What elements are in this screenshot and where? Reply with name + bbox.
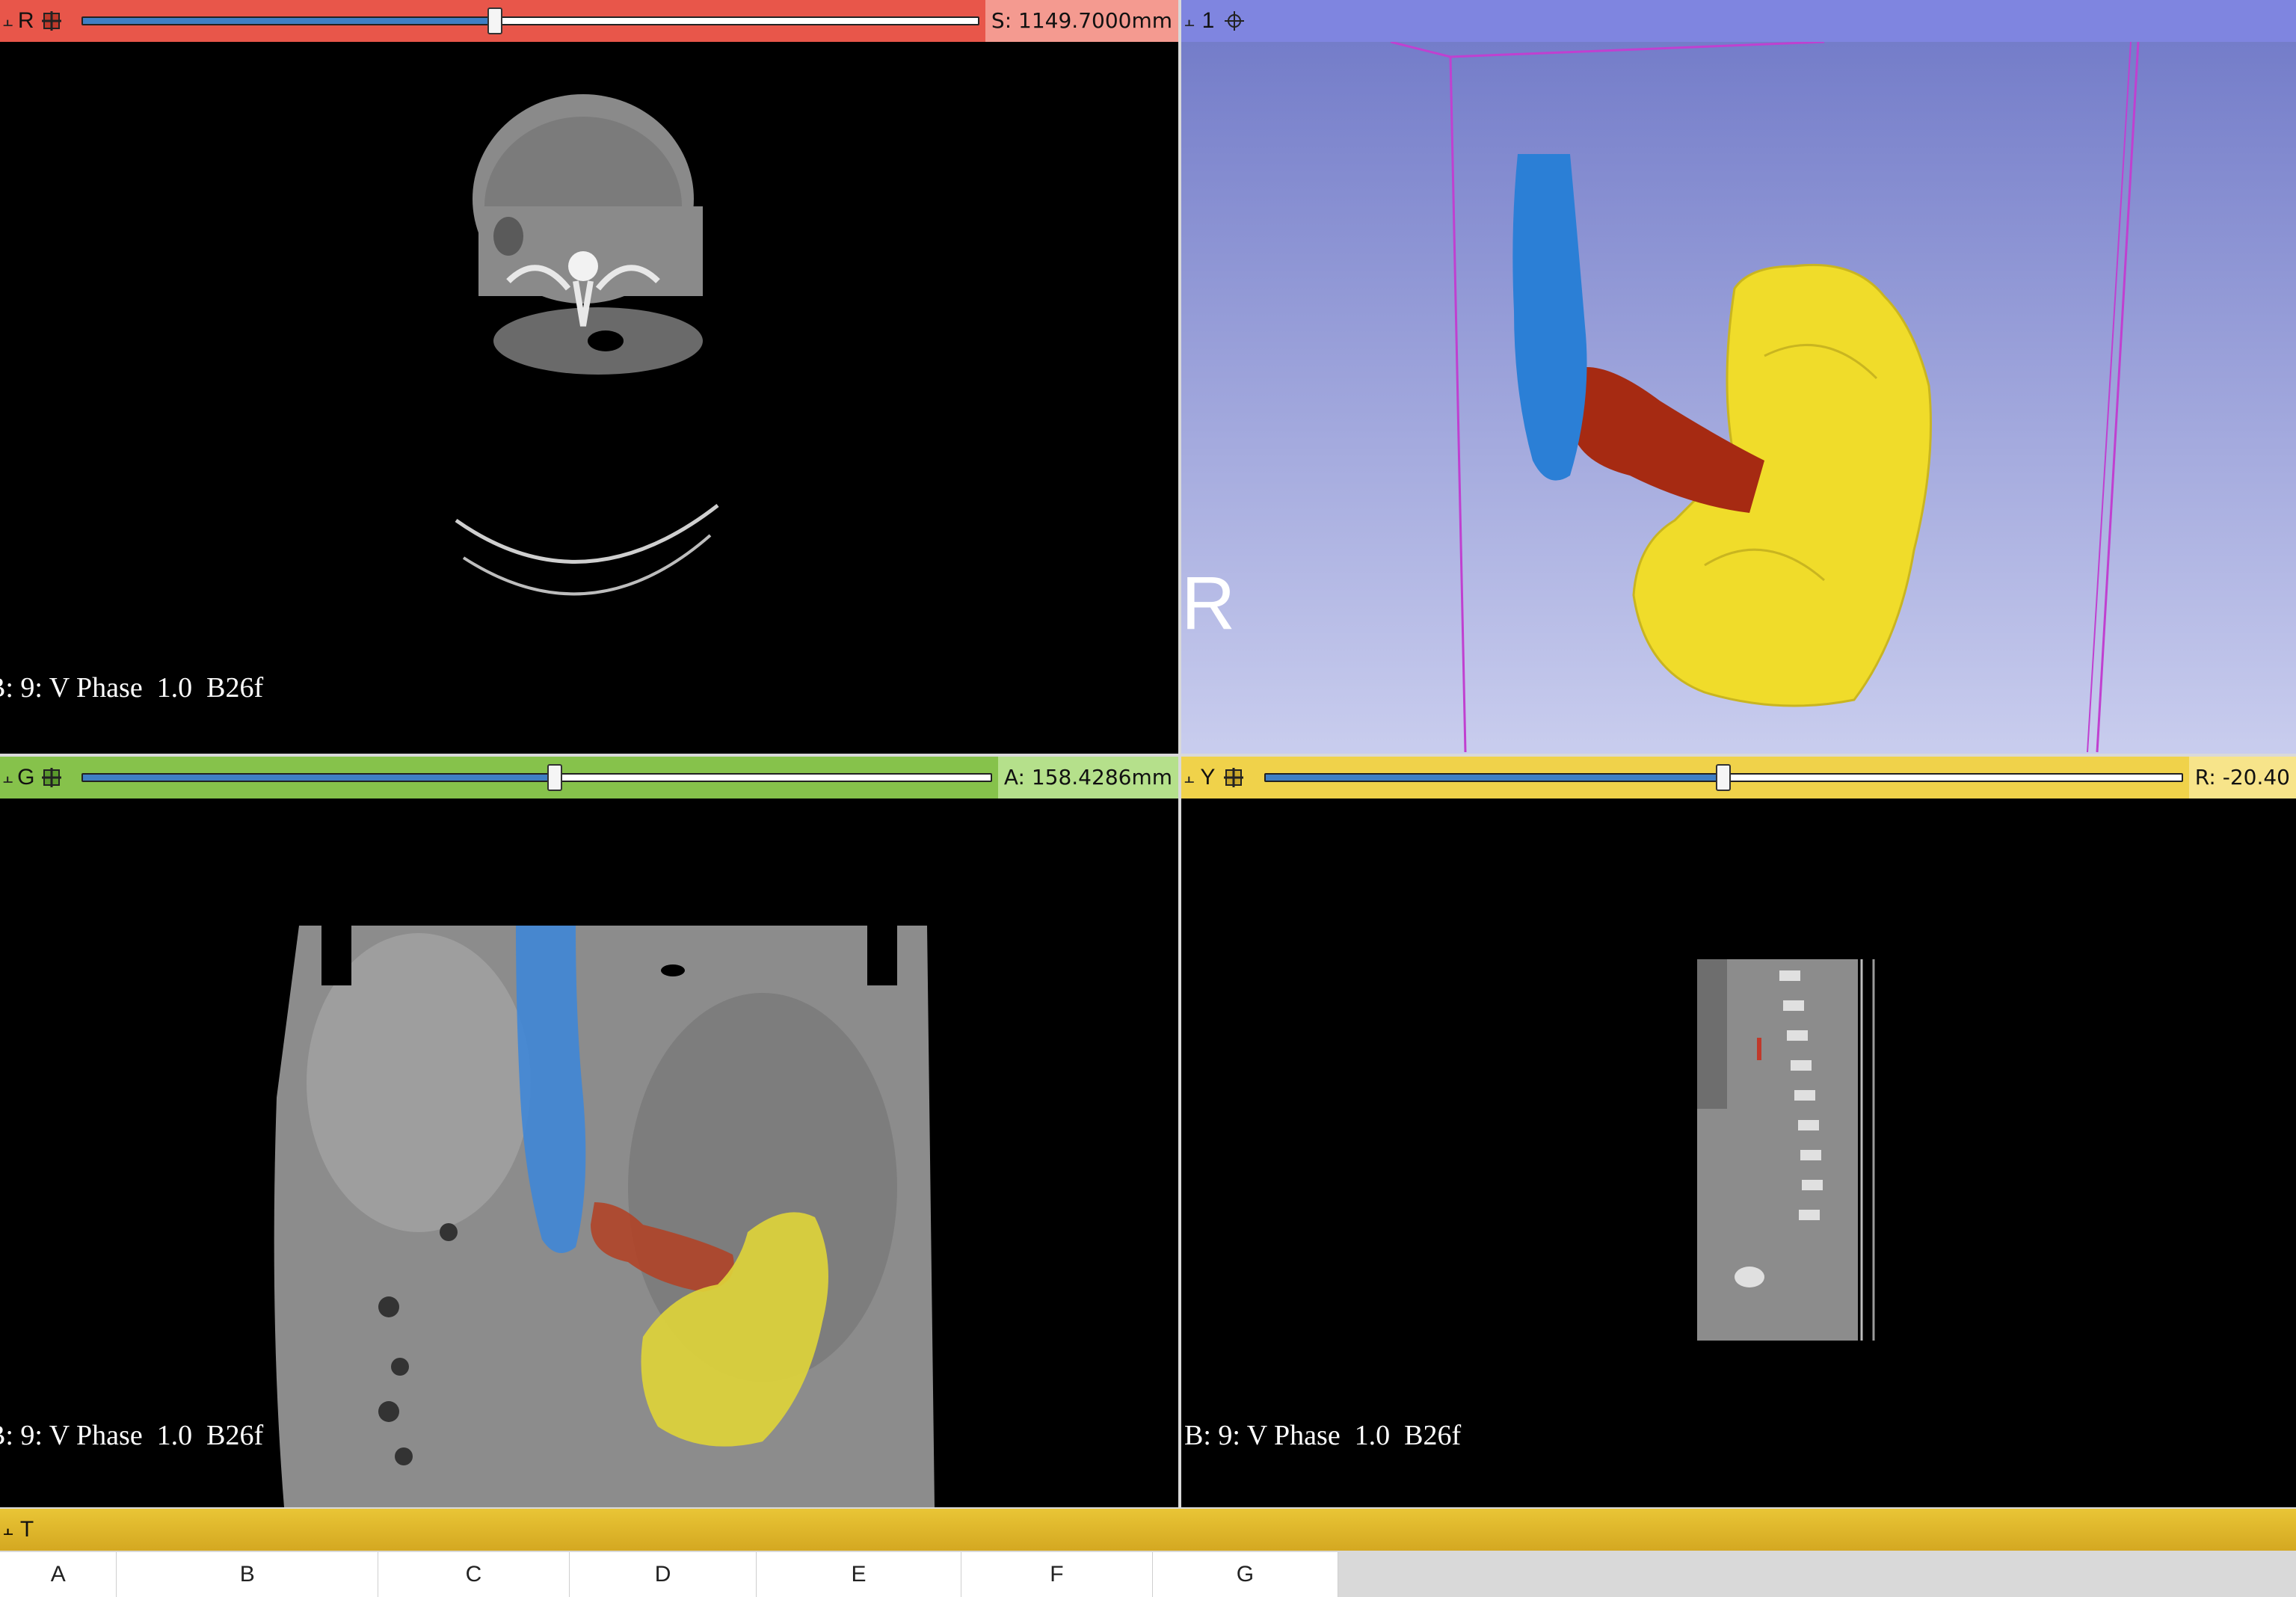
- pin-icon[interactable]: ⫠: [0, 0, 16, 42]
- red-view-controller-bar: ⫠ R S: 1149.7000mm: [0, 0, 1178, 42]
- coronal-ct-image: [274, 926, 935, 1507]
- view-letter: 1: [1201, 8, 1215, 33]
- view-letter: G: [17, 765, 35, 790]
- yellow-slice-view[interactable]: ⫠ Y R: -20.40 B: 9: V Phase 1.0 B26f: [1181, 757, 2296, 1507]
- red-slice-view[interactable]: ⫠ R S: 1149.7000mm B: 9: V Phase 1.0 B26…: [0, 0, 1178, 754]
- threed-view[interactable]: ⫠ 1 R: [1181, 0, 2296, 754]
- column-header[interactable]: F: [961, 1552, 1153, 1597]
- yellow-view-controller-bar: ⫠ Y R: -20.40: [1181, 757, 2296, 798]
- green-view-controller-bar: ⫠ G A: 158.4286mm: [0, 757, 1178, 798]
- orientation-marker: R: [1181, 561, 1236, 645]
- slice-offset-slider[interactable]: [81, 764, 992, 791]
- column-header[interactable]: D: [570, 1552, 757, 1597]
- link-toggle-icon[interactable]: [40, 766, 62, 789]
- slider-handle[interactable]: [547, 764, 563, 791]
- view-letter: T: [19, 1517, 34, 1542]
- column-header[interactable]: C: [378, 1552, 570, 1597]
- axial-ct-image: [455, 94, 719, 596]
- link-toggle-icon[interactable]: [40, 10, 62, 32]
- pin-icon[interactable]: ⫠: [0, 757, 16, 798]
- view-letter: Y: [1200, 765, 1216, 790]
- slider-handle[interactable]: [1716, 764, 1732, 791]
- column-header[interactable]: A: [0, 1552, 117, 1597]
- slice-offset-slider[interactable]: [81, 7, 979, 34]
- series-annotation: B: 9: V Phase 1.0 B26f: [0, 672, 264, 704]
- pin-icon[interactable]: ⫠: [1181, 757, 1198, 798]
- slider-fill: [1265, 775, 1724, 781]
- table-view-controller-bar: ⫠ T: [0, 1509, 2296, 1551]
- slider-handle[interactable]: [487, 7, 502, 34]
- series-annotation: B: 9: V Phase 1.0 B26f: [1184, 1420, 1462, 1451]
- slice-offset-value: S: 1149.7000mm: [985, 0, 1178, 42]
- column-header[interactable]: E: [757, 1552, 961, 1597]
- view-letter: R: [17, 8, 34, 33]
- pin-icon[interactable]: ⫠: [1181, 0, 1198, 42]
- series-annotation: B: 9: V Phase 1.0 B26f: [0, 1420, 264, 1451]
- slice-offset-slider[interactable]: [1264, 764, 2183, 791]
- threed-render: [1390, 42, 2140, 753]
- slice-offset-value: R: -20.40: [2188, 757, 2296, 798]
- threed-view-controller-bar: ⫠ 1: [1181, 0, 2296, 42]
- slider-fill: [83, 775, 555, 781]
- sagittal-ct-image: [1697, 959, 1875, 1341]
- center-view-icon[interactable]: [1223, 10, 1246, 32]
- green-slice-view[interactable]: ⫠ G A: 158.4286mm B: 9: V Phase 1.0 B26f: [0, 757, 1178, 1507]
- pin-icon[interactable]: ⫠: [0, 1509, 16, 1551]
- table-column-headers: A B C D E F G: [0, 1552, 1338, 1597]
- column-header[interactable]: B: [117, 1552, 379, 1597]
- column-header[interactable]: G: [1153, 1552, 1338, 1597]
- link-toggle-icon[interactable]: [1222, 766, 1245, 789]
- slice-offset-value: A: 158.4286mm: [997, 757, 1178, 798]
- slider-fill: [83, 18, 495, 24]
